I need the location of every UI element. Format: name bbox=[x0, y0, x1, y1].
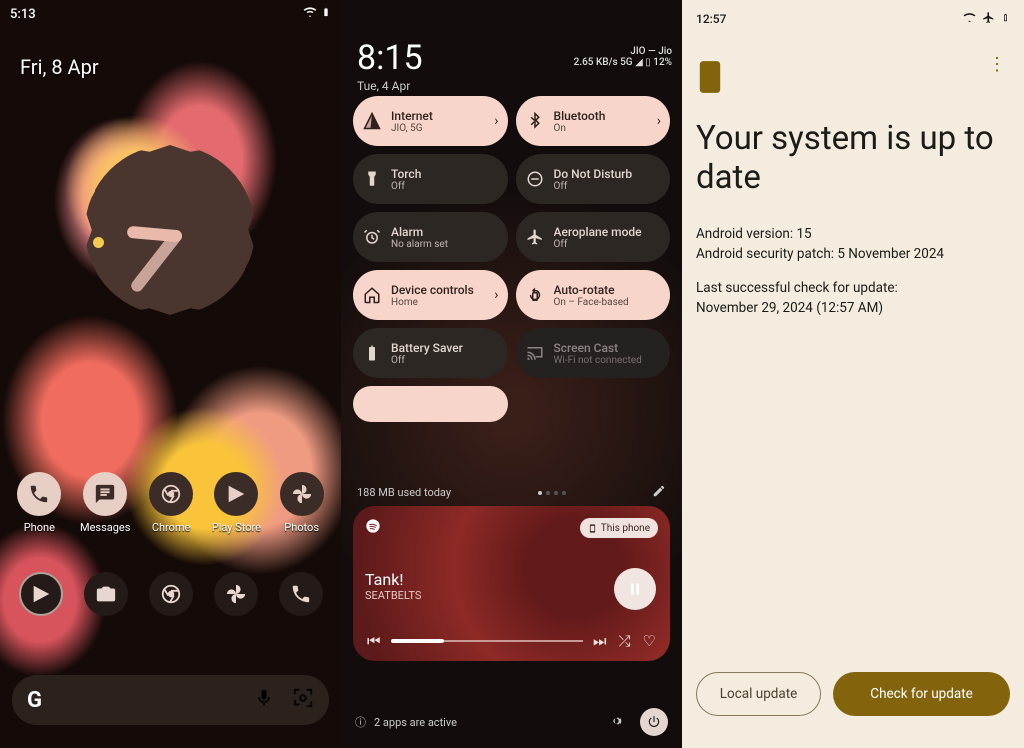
chevron-right-icon: › bbox=[657, 113, 661, 129]
app-chrome[interactable]: Chrome bbox=[149, 472, 193, 534]
status-time: 12:57 bbox=[696, 12, 726, 26]
home-date[interactable]: Fri, 8 Apr bbox=[20, 55, 99, 79]
last-check-label: Last successful check for update: bbox=[696, 280, 1010, 296]
qs-tile-torch[interactable]: TorchOff bbox=[353, 154, 508, 204]
qs-tile-auto-rotate[interactable]: Auto-rotateOn – Face-based bbox=[516, 270, 671, 320]
cast-icon bbox=[525, 344, 545, 362]
local-update-button[interactable]: Local update bbox=[696, 672, 821, 716]
overflow-menu-icon[interactable]: ⋮ bbox=[988, 60, 1006, 69]
info-icon: ⓘ bbox=[355, 714, 366, 730]
dock-icon-camera[interactable] bbox=[84, 572, 128, 616]
search-bar[interactable]: G bbox=[12, 675, 329, 725]
dock-icon-photos[interactable] bbox=[214, 572, 258, 616]
status-bar: 5:13 bbox=[10, 5, 331, 23]
shuffle-icon[interactable]: ⤮ bbox=[619, 632, 631, 650]
data-usage[interactable]: 188 MB used today bbox=[357, 486, 451, 499]
app-play-store[interactable]: Play Store bbox=[212, 472, 261, 534]
app-photos[interactable]: Photos bbox=[280, 472, 324, 534]
prev-track-icon[interactable]: ⏮ bbox=[367, 632, 381, 650]
wifi-icon bbox=[303, 5, 317, 23]
check-update-button[interactable]: Check for update bbox=[833, 672, 1010, 716]
brightness-slider[interactable] bbox=[353, 386, 508, 422]
page-dots bbox=[538, 491, 566, 495]
battsav-icon bbox=[362, 344, 382, 362]
network-line: 2.65 KB/s 5G ◢ ▯ 12% bbox=[574, 57, 672, 68]
status-bar: 12:57 bbox=[696, 10, 1010, 28]
dock-icon-phone[interactable] bbox=[279, 572, 323, 616]
mic-icon[interactable] bbox=[254, 688, 274, 712]
next-track-icon[interactable]: ⏭ bbox=[593, 632, 607, 650]
system-update-icon bbox=[696, 60, 724, 98]
status-time: 5:13 bbox=[10, 7, 36, 22]
qs-tile-aeroplane-mode[interactable]: Aeroplane modeOff bbox=[516, 212, 671, 262]
app-phone[interactable]: Phone bbox=[17, 472, 61, 534]
edit-tiles-icon[interactable] bbox=[652, 484, 666, 501]
active-apps[interactable]: 2 apps are active bbox=[374, 716, 600, 729]
home-icon bbox=[362, 286, 382, 304]
power-button[interactable] bbox=[640, 708, 668, 736]
last-check-value: November 29, 2024 (12:57 AM) bbox=[696, 300, 1010, 316]
update-info: Android version: 15 Android security pat… bbox=[696, 222, 1010, 320]
media-card[interactable]: This phone Tank! SEATBELTS ⏮ ⏭ ⤮ ♡ bbox=[353, 506, 670, 661]
dock-icon-play[interactable] bbox=[19, 572, 63, 616]
android-version: Android version: 15 bbox=[696, 226, 1010, 242]
wifi-icon bbox=[963, 11, 976, 27]
qs-tile-bluetooth[interactable]: BluetoothOn › bbox=[516, 96, 671, 146]
favorite-icon[interactable]: ♡ bbox=[643, 632, 656, 650]
airplane-icon bbox=[982, 11, 995, 27]
rotate-icon bbox=[525, 286, 545, 304]
dock-icon-chrome[interactable] bbox=[149, 572, 193, 616]
alarm-icon bbox=[362, 228, 382, 246]
qs-tile-internet[interactable]: InternetJIO, 5G › bbox=[353, 96, 508, 146]
chevron-right-icon: › bbox=[494, 113, 498, 129]
qs-tile-alarm[interactable]: AlarmNo alarm set bbox=[353, 212, 508, 262]
qs-tile-battery-saver[interactable]: Battery SaverOff bbox=[353, 328, 508, 378]
app-messages[interactable]: Messages bbox=[80, 472, 130, 534]
battery-icon bbox=[321, 5, 331, 23]
qs-tile-do-not-disturb[interactable]: Do Not DisturbOff bbox=[516, 154, 671, 204]
carrier-label: JIO — Jio bbox=[574, 46, 672, 57]
chevron-right-icon: › bbox=[494, 287, 498, 303]
battery-icon bbox=[1001, 11, 1010, 27]
torch-icon bbox=[362, 170, 382, 188]
wallpaper bbox=[0, 0, 341, 748]
spotify-icon bbox=[365, 518, 381, 538]
google-logo-icon: G bbox=[27, 688, 42, 713]
security-patch: Android security patch: 5 November 2024 bbox=[696, 246, 1010, 262]
qs-tile-screen-cast[interactable]: Screen CastWi-Fi not connected bbox=[516, 328, 671, 378]
lens-icon[interactable] bbox=[292, 687, 314, 713]
media-progress[interactable] bbox=[391, 640, 584, 642]
page-title: Your system is up to date bbox=[696, 120, 1010, 198]
dnd-icon bbox=[525, 170, 545, 188]
settings-icon[interactable] bbox=[608, 713, 624, 732]
clock-widget[interactable] bbox=[85, 145, 255, 315]
signal-icon bbox=[362, 112, 382, 130]
bt-icon bbox=[525, 112, 545, 130]
qs-tile-device-controls[interactable]: Device controlsHome › bbox=[353, 270, 508, 320]
media-output[interactable]: This phone bbox=[580, 518, 658, 538]
pause-button[interactable] bbox=[614, 568, 656, 610]
plane-icon bbox=[525, 228, 545, 246]
status-bar: JIO — Jio 2.65 KB/s 5G ◢ ▯ 12% bbox=[351, 48, 672, 66]
